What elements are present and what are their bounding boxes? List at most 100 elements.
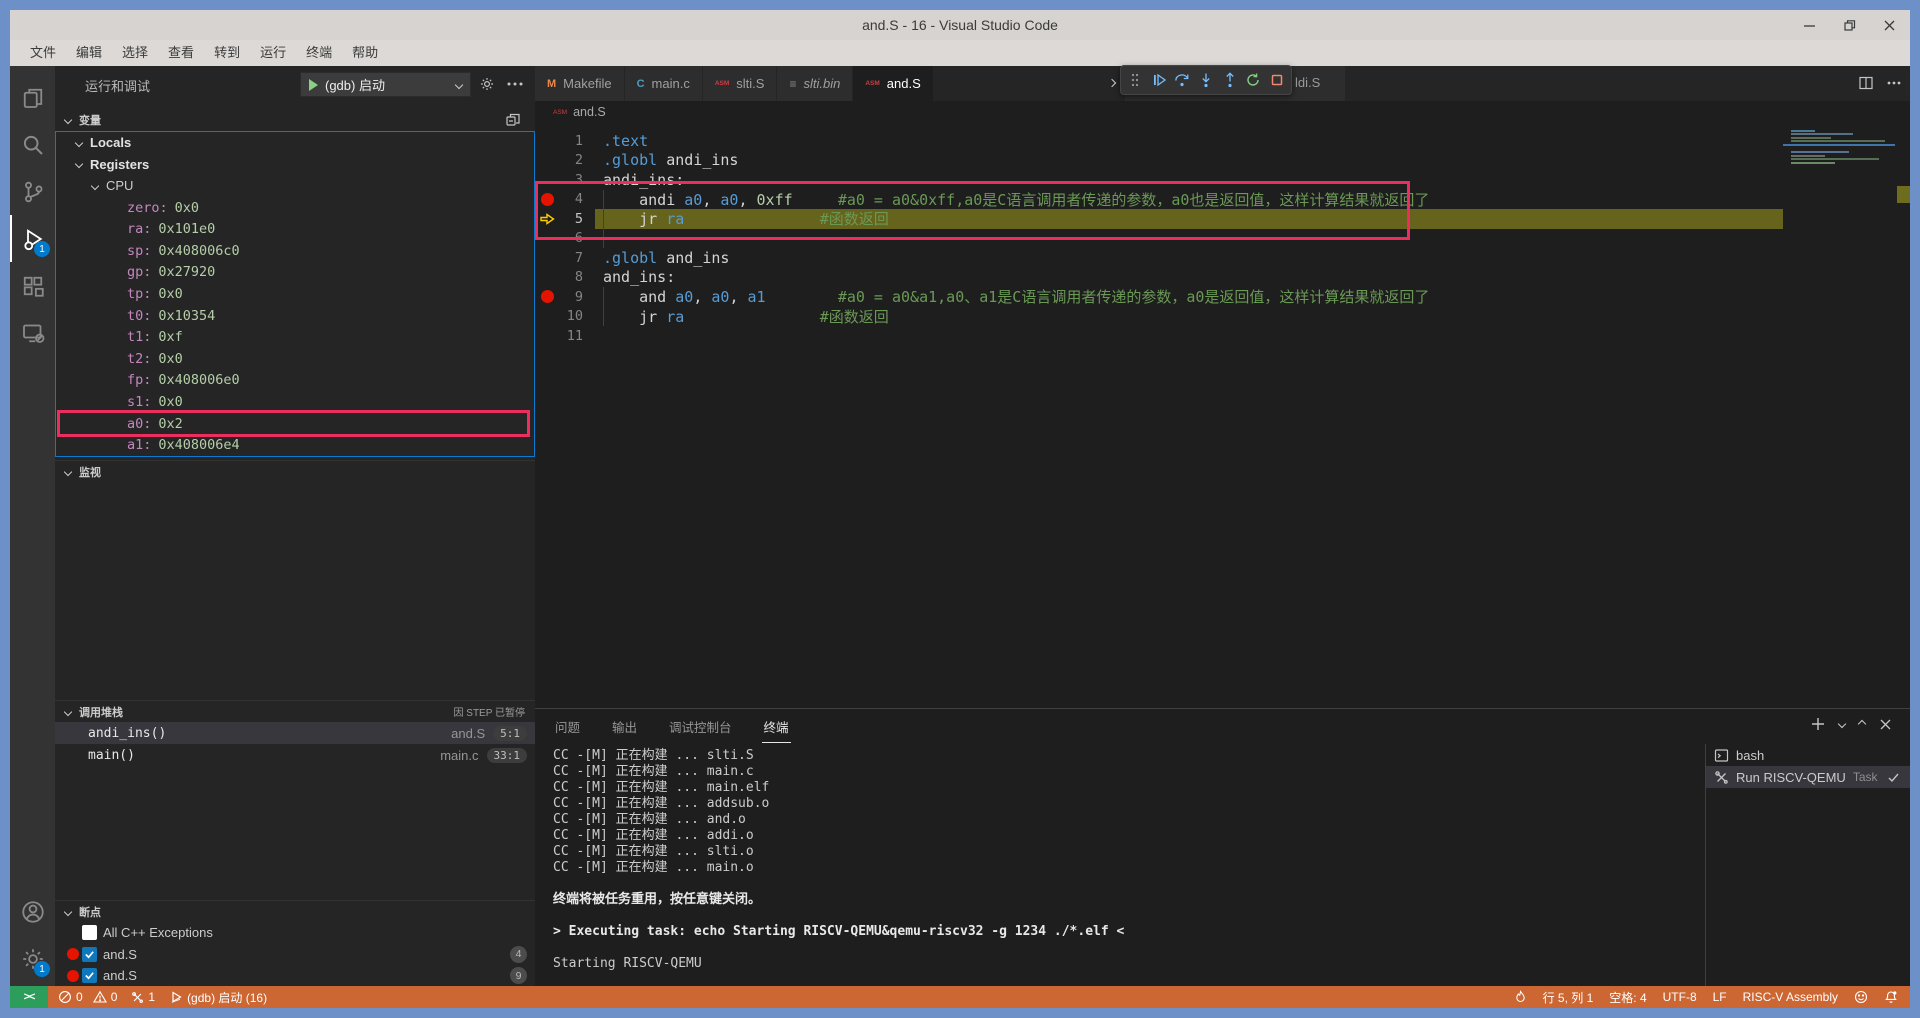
menu-terminal[interactable]: 终端 [296,40,342,66]
problems-status[interactable]: 0 0 [58,990,117,1004]
breakpoint-row[interactable]: and.S 4 [55,944,535,966]
step-out-icon[interactable] [1218,67,1242,93]
minimize-icon[interactable] [1802,18,1816,32]
register-row[interactable]: zero0x0 [56,197,534,219]
tab-slti-bin[interactable]: ≡slti.bin [777,66,853,101]
minimap[interactable] [1783,128,1895,186]
panel-tab-terminal[interactable]: 终端 [762,711,791,743]
activity-run-debug[interactable]: 1 [10,215,55,262]
register-row[interactable]: a10x408006e4 [56,434,534,456]
debug-settings-gear-icon[interactable] [479,76,495,92]
more-actions-icon[interactable] [1886,75,1902,91]
menu-selection[interactable]: 选择 [112,40,158,66]
stack-frame-row[interactable]: andi_ins() and.S 5:1 [55,722,535,744]
titlebar: and.S - 16 - Visual Studio Code [10,10,1910,40]
tab-makefile[interactable]: MMakefile [535,66,625,101]
eol-sequence[interactable]: LF [1713,990,1727,1004]
activity-settings[interactable]: 1 [10,935,55,982]
tab-main-c[interactable]: Cmain.c [625,66,703,101]
language-mode[interactable]: RISC-V Assembly [1743,990,1838,1004]
split-editor-icon[interactable] [1858,75,1874,91]
watch-section-header[interactable]: 监视 [55,460,535,482]
register-row-a0[interactable]: a00x2 [56,413,534,435]
callstack-section-header[interactable]: 调用堆栈 因 STEP 已暂停 [55,700,535,722]
variables-section-header[interactable]: 变量 [55,108,535,132]
maximize-panel-chevron-icon[interactable] [1858,720,1866,728]
continue-icon[interactable] [1147,67,1171,93]
menu-file[interactable]: 文件 [20,40,66,66]
breakpoint-dot-icon[interactable] [541,193,554,206]
cursor-position[interactable]: 行 5, 列 1 [1543,989,1594,1006]
panel-tab-debug-console[interactable]: 调试控制台 [667,711,734,742]
checkbox-checked[interactable] [82,947,97,962]
terminal-output[interactable]: CC -[M] 正在构建 ... slti.S CC -[M] 正在构建 ...… [535,744,1705,986]
tab-and-s[interactable]: ASMand.S [853,66,933,101]
menu-goto[interactable]: 转到 [204,40,250,66]
breakpoint-row-exceptions[interactable]: All C++ Exceptions [55,922,535,944]
restart-icon[interactable] [1242,67,1266,93]
stack-frame-row[interactable]: main() main.c 33:1 [55,744,535,766]
debug-session-status[interactable]: (gdb) 启动 (16) [169,989,267,1006]
register-row[interactable]: ra0x101e0 [56,218,534,240]
step-over-icon[interactable] [1170,67,1194,93]
register-row[interactable]: t00x10354 [56,305,534,327]
collapse-all-icon[interactable] [505,112,521,128]
activity-remote-explorer[interactable] [10,309,55,356]
notifications-bell-icon[interactable] [1884,990,1898,1004]
running-tasks-status[interactable]: 1 [131,990,155,1004]
more-actions-icon[interactable] [507,82,523,86]
stop-icon[interactable] [1265,67,1289,93]
encoding[interactable]: UTF-8 [1663,990,1697,1004]
tree-item-registers[interactable]: Registers [56,154,534,176]
activity-source-control[interactable] [10,168,55,215]
tree-item-locals[interactable]: Locals [56,132,534,154]
chevron-down-icon [75,160,83,168]
menu-view[interactable]: 查看 [158,40,204,66]
feedback-smiley-icon[interactable] [1854,990,1868,1004]
activity-bar: 1 1 [10,66,55,986]
flame-extension-status[interactable] [1514,990,1527,1004]
terminal-list: bash Run RISCV-QEMU Task [1705,744,1910,986]
code-line: 8and_ins: [535,268,1910,288]
terminal-dropdown-chevron-icon[interactable] [1838,720,1846,728]
tree-item-cpu[interactable]: CPU [56,175,534,197]
restore-icon[interactable] [1842,18,1856,32]
start-debug-icon[interactable] [309,79,318,91]
checkbox-checked[interactable] [82,968,97,983]
terminal-line: CC -[M] 正在构建 ... and.o [553,812,1705,828]
panel-tab-problems[interactable]: 问题 [553,711,582,742]
register-row[interactable]: tp0x0 [56,283,534,305]
step-into-icon[interactable] [1194,67,1218,93]
terminal-instance-task[interactable]: Run RISCV-QEMU Task [1706,766,1910,788]
menu-edit[interactable]: 编辑 [66,40,112,66]
tab-overflow-chevron-icon[interactable] [1108,79,1116,87]
activity-account[interactable] [10,888,55,935]
activity-extensions[interactable] [10,262,55,309]
toolbar-grip-icon[interactable] [1123,67,1147,93]
register-row[interactable]: t10xf [56,326,534,348]
launch-config-dropdown[interactable]: (gdb) 启动 [300,72,471,97]
remote-indicator[interactable]: >< [10,986,48,1008]
checkbox-unchecked[interactable] [82,925,97,940]
code-editor[interactable]: 1.text 2.globl andi_ins 3andi_ins: 4 and… [535,123,1910,708]
menu-run[interactable]: 运行 [250,40,296,66]
register-row[interactable]: sp0x408006c0 [56,240,534,262]
tab-slti-s[interactable]: ASMslti.S [703,66,778,101]
panel-tab-output[interactable]: 输出 [610,711,639,742]
indentation[interactable]: 空格: 4 [1609,989,1646,1006]
breadcrumb[interactable]: ASM and.S [535,101,1910,123]
breakpoints-section-header[interactable]: 断点 [55,900,535,922]
register-row[interactable]: gp0x27920 [56,262,534,284]
close-icon[interactable] [1882,18,1896,32]
activity-explorer[interactable] [10,74,55,121]
register-row[interactable]: t20x0 [56,348,534,370]
close-panel-icon[interactable] [1879,718,1892,731]
breakpoint-dot-icon[interactable] [541,290,554,303]
activity-search[interactable] [10,121,55,168]
new-terminal-icon[interactable] [1811,717,1825,731]
register-row[interactable]: fp0x408006e0 [56,370,534,392]
menu-help[interactable]: 帮助 [342,40,388,66]
register-row[interactable]: s10x0 [56,391,534,413]
terminal-instance-bash[interactable]: bash [1706,744,1910,766]
breakpoint-row[interactable]: and.S 9 [55,965,535,986]
